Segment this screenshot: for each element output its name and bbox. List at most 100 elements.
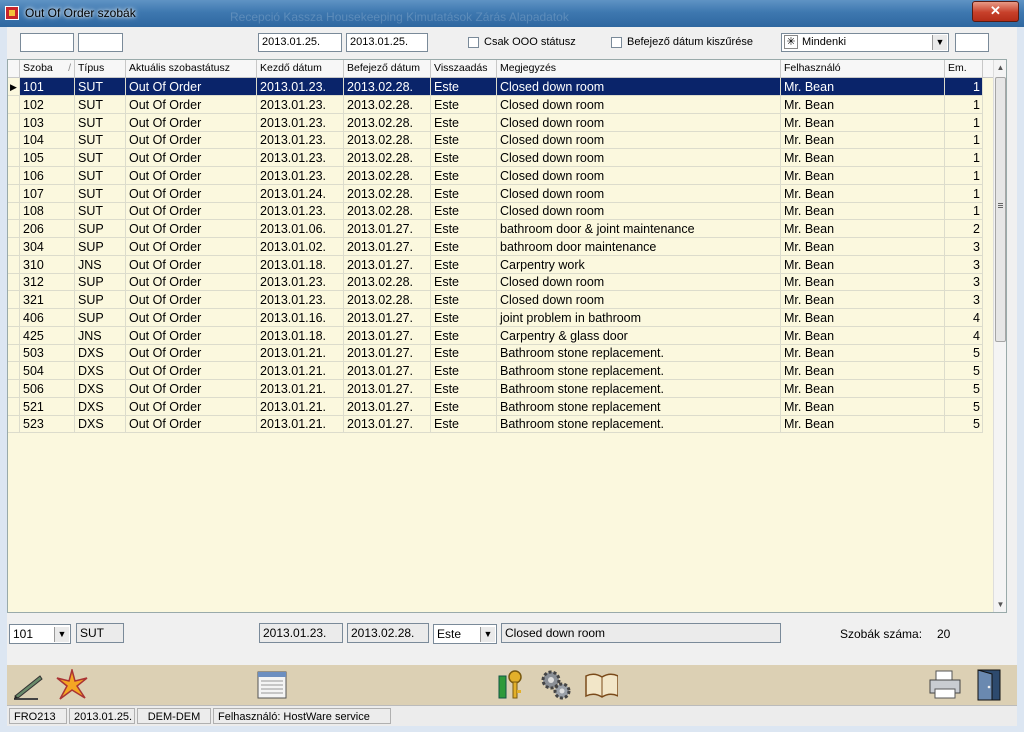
cell-szoba: 102 xyxy=(20,95,75,114)
table-row[interactable]: 104 SUT Out Of Order 2013.01.23. 2013.02.28.… xyxy=(8,131,983,150)
edit-end-date-field[interactable]: 2013.02.28. xyxy=(347,623,429,643)
scroll-thumb[interactable] xyxy=(995,77,1006,342)
table-row[interactable]: 406 SUP Out Of Order 2013.01.16. 2013.01.27.… xyxy=(8,308,983,327)
cell-szoba: 105 xyxy=(20,149,75,167)
keys-button[interactable] xyxy=(494,668,528,702)
cell-emelet: 1 xyxy=(945,78,983,96)
edit-note-field[interactable]: Closed down room xyxy=(501,623,781,643)
vertical-scrollbar[interactable]: ▲ ▼ xyxy=(993,60,1006,612)
cell-befejezo-datum: 2013.02.28. xyxy=(344,131,431,150)
room-to-input[interactable] xyxy=(78,33,123,52)
table-row[interactable]: 106 SUT Out Of Order 2013.01.23. 2013.02.28.… xyxy=(8,166,983,185)
row-indicator-cell xyxy=(8,291,20,309)
edit-return-select[interactable]: Este ▼ xyxy=(433,624,497,644)
cell-emelet: 5 xyxy=(945,344,983,363)
cell-tipus: SUT xyxy=(75,149,126,167)
exit-button[interactable] xyxy=(973,668,1007,702)
cell-visszaadas: Este xyxy=(431,379,497,398)
table-row[interactable]: 310 JNS Out Of Order 2013.01.18. 2013.01.27.… xyxy=(8,255,983,274)
end-date-filter-checkbox[interactable] xyxy=(611,37,622,48)
row-indicator-cell xyxy=(8,220,20,238)
list-view-button[interactable] xyxy=(255,668,289,702)
cell-megjegyzes: Closed down room xyxy=(497,291,781,309)
table-row[interactable]: 503 DXS Out Of Order 2013.01.21. 2013.01.27.… xyxy=(8,344,983,363)
cell-statusz: Out Of Order xyxy=(126,166,257,185)
cell-statusz: Out Of Order xyxy=(126,95,257,114)
scroll-down-icon[interactable]: ▼ xyxy=(994,598,1006,612)
column-header-emelet[interactable]: Em. xyxy=(945,60,983,77)
cell-visszaadas: Este xyxy=(431,415,497,434)
table-row[interactable]: 102 SUT Out Of Order 2013.01.23. 2013.02.28.… xyxy=(8,95,983,114)
status-date: 2013.01.25. xyxy=(69,708,135,724)
scroll-up-icon[interactable]: ▲ xyxy=(994,61,1006,75)
ooo-rooms-table[interactable]: Szoba / Típus Aktuális szobastátusz Kezdő dá… xyxy=(7,59,1007,613)
column-header-megjegyzes[interactable]: Megjegyzés xyxy=(497,60,781,77)
cell-statusz: Out Of Order xyxy=(126,397,257,416)
chevron-down-icon[interactable]: ▼ xyxy=(480,627,495,642)
cell-tipus: SUP xyxy=(75,308,126,327)
table-row[interactable]: 506 DXS Out Of Order 2013.01.21. 2013.01.27.… xyxy=(8,379,983,398)
cell-kezdo-datum: 2013.01.23. xyxy=(257,273,344,292)
chevron-down-icon[interactable]: ▼ xyxy=(932,35,947,50)
column-header-szoba[interactable]: Szoba / xyxy=(20,60,75,77)
chevron-down-icon[interactable]: ▼ xyxy=(54,627,69,642)
cell-befejezo-datum: 2013.02.28. xyxy=(344,291,431,309)
column-header-felhasznalo[interactable]: Felhasználó xyxy=(781,60,945,77)
date-to-input[interactable]: 2013.01.25. xyxy=(346,33,428,52)
edit-room-select[interactable]: 101 ▼ xyxy=(9,624,71,644)
only-ooo-checkbox[interactable] xyxy=(468,37,479,48)
log-book-button[interactable] xyxy=(584,668,618,702)
date-from-input[interactable]: 2013.01.25. xyxy=(258,33,342,52)
cell-statusz: Out Of Order xyxy=(126,326,257,345)
cell-felhasznalo: Mr. Bean xyxy=(781,237,945,256)
room-from-input[interactable] xyxy=(20,33,74,52)
column-header-statusz[interactable]: Aktuális szobastátusz xyxy=(126,60,257,77)
table-row[interactable]: 108 SUT Out Of Order 2013.01.23. 2013.02.28.… xyxy=(8,202,983,221)
user-filter-select[interactable]: ✳ Mindenki ▼ xyxy=(781,33,949,52)
table-row[interactable]: 107 SUT Out Of Order 2013.01.24. 2013.02.28.… xyxy=(8,184,983,203)
extra-filter-input[interactable] xyxy=(955,33,989,52)
edit-button[interactable] xyxy=(11,668,45,702)
print-button[interactable] xyxy=(927,668,961,702)
table-row[interactable]: 425 JNS Out Of Order 2013.01.18. 2013.01.27.… xyxy=(8,326,983,345)
new-button[interactable] xyxy=(55,668,89,702)
row-indicator-cell xyxy=(8,237,20,256)
cell-szoba: 506 xyxy=(20,379,75,398)
table-row[interactable]: 206 SUP Out Of Order 2013.01.06. 2013.01.27.… xyxy=(8,220,983,238)
cell-befejezo-datum: 2013.01.27. xyxy=(344,308,431,327)
column-header-kezdo-datum[interactable]: Kezdő dátum xyxy=(257,60,344,77)
close-button[interactable]: ✕ xyxy=(972,1,1019,22)
edit-room-value: 101 xyxy=(13,627,34,641)
bottom-toolbar xyxy=(7,665,1017,705)
table-row[interactable]: 312 SUP Out Of Order 2013.01.23. 2013.02.28.… xyxy=(8,273,983,292)
column-header-visszaadas[interactable]: Visszaadás xyxy=(431,60,497,77)
table-row[interactable]: 304 SUP Out Of Order 2013.01.02. 2013.01.27.… xyxy=(8,237,983,256)
cell-felhasznalo: Mr. Bean xyxy=(781,184,945,203)
table-row[interactable]: 103 SUT Out Of Order 2013.01.23. 2013.02.28.… xyxy=(8,113,983,132)
cell-kezdo-datum: 2013.01.23. xyxy=(257,149,344,167)
cell-tipus: SUT xyxy=(75,131,126,150)
settings-button[interactable] xyxy=(539,668,573,702)
table-row[interactable]: 523 DXS Out Of Order 2013.01.21. 2013.01.27.… xyxy=(8,415,983,434)
cell-tipus: SUT xyxy=(75,113,126,132)
column-header-tipus[interactable]: Típus xyxy=(75,60,126,77)
cell-megjegyzes: Bathroom stone replacement xyxy=(497,397,781,416)
cell-visszaadas: Este xyxy=(431,255,497,274)
cell-tipus: SUT xyxy=(75,95,126,114)
asterisk-icon: ✳ xyxy=(784,35,798,49)
table-row[interactable]: 521 DXS Out Of Order 2013.01.21. 2013.01.27.… xyxy=(8,397,983,416)
close-icon: ✕ xyxy=(990,3,1001,18)
table-row[interactable]: 321 SUP Out Of Order 2013.01.23. 2013.02.28.… xyxy=(8,291,983,309)
row-indicator-cell xyxy=(8,131,20,150)
table-row[interactable]: ▶ 101 SUT Out Of Order 2013.01.23. 2013.02.28… xyxy=(8,78,983,96)
table-row[interactable]: 105 SUT Out Of Order 2013.01.23. 2013.02.28.… xyxy=(8,149,983,167)
edit-start-date-field[interactable]: 2013.01.23. xyxy=(259,623,343,643)
column-header-befejezo-datum[interactable]: Befejező dátum xyxy=(344,60,431,77)
cell-felhasznalo: Mr. Bean xyxy=(781,308,945,327)
table-row[interactable]: 504 DXS Out Of Order 2013.01.21. 2013.01.27.… xyxy=(8,362,983,380)
cell-visszaadas: Este xyxy=(431,149,497,167)
row-indicator-cell xyxy=(8,308,20,327)
cell-megjegyzes: Bathroom stone replacement. xyxy=(497,379,781,398)
status-terminal: FRO213 xyxy=(9,708,67,724)
cell-tipus: DXS xyxy=(75,344,126,363)
